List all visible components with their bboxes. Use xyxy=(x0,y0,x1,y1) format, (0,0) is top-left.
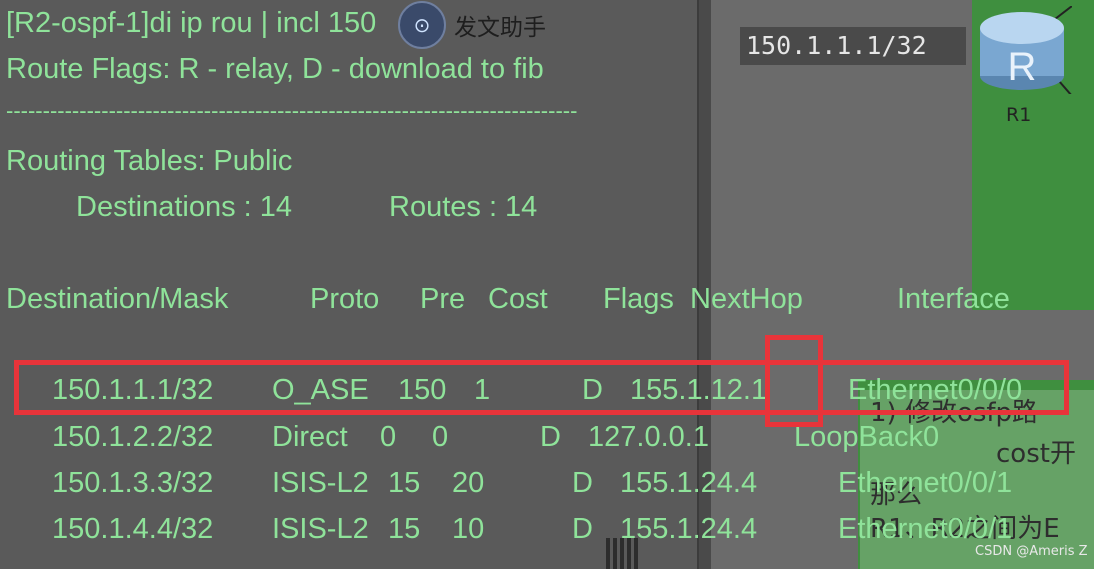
routes-count: Routes : 14 xyxy=(389,191,538,223)
route-flags: D xyxy=(572,467,593,499)
route-proto: ISIS-L2 xyxy=(272,467,369,499)
route-pre: 0 xyxy=(380,421,397,453)
router-label: R1 xyxy=(1006,104,1032,126)
route-cost: 10 xyxy=(452,513,485,545)
highlight-route-box xyxy=(14,360,1069,415)
route-cost: 0 xyxy=(432,421,449,453)
route-dest: 150.1.4.4/32 xyxy=(52,513,214,545)
router-glyph: R xyxy=(1008,45,1037,89)
destinations-count: Destinations : 14 xyxy=(76,191,293,223)
note-line-2: cost开 xyxy=(996,439,1076,469)
header-cost: Cost xyxy=(488,283,548,315)
route-proto: Direct xyxy=(272,421,348,453)
route-interface: Ethernet0/0/1 xyxy=(838,467,1013,499)
header-pre: Pre xyxy=(420,283,466,315)
header-proto: Proto xyxy=(310,283,380,315)
routing-tables-title: Routing Tables: Public xyxy=(6,145,293,177)
route-flags-line: Route Flags: R - relay, D - download to … xyxy=(6,53,544,85)
highlight-nexthop-box xyxy=(765,335,823,427)
route-flags: D xyxy=(572,513,593,545)
route-interface: Ethernet0/0/1 xyxy=(838,513,1013,545)
route-dest: 150.1.2.2/32 xyxy=(52,421,214,453)
route-pre: 15 xyxy=(388,513,421,545)
ip-address-tag: 150.1.1.1/32 xyxy=(740,27,966,65)
route-flags: D xyxy=(540,421,561,453)
assistant-label: 发文助手 xyxy=(454,15,546,41)
assistant-widget[interactable]: ⊙ 发文助手 xyxy=(398,1,546,49)
router-icon[interactable]: R xyxy=(976,6,1072,94)
separator-line: ----------------------------------------… xyxy=(6,98,578,123)
header-interface: Interface xyxy=(897,283,1010,315)
watermark: CSDN @Ameris Z xyxy=(975,544,1088,559)
header-destination: Destination/Mask xyxy=(6,283,229,315)
route-nexthop: 155.1.24.4 xyxy=(620,513,758,545)
header-flags: Flags xyxy=(603,283,674,315)
command-line: [R2-ospf-1]di ip rou | incl 150 xyxy=(6,7,377,39)
route-pre: 15 xyxy=(388,467,421,499)
chat-assistant-icon[interactable]: ⊙ xyxy=(398,1,446,49)
route-proto: ISIS-L2 xyxy=(272,513,369,545)
route-nexthop: 155.1.24.4 xyxy=(620,467,758,499)
route-cost: 20 xyxy=(452,467,485,499)
route-dest: 150.1.3.3/32 xyxy=(52,467,214,499)
route-nexthop: 127.0.0.1 xyxy=(588,421,709,453)
header-nexthop: NextHop xyxy=(690,283,803,315)
qr-code-icon xyxy=(606,538,640,569)
